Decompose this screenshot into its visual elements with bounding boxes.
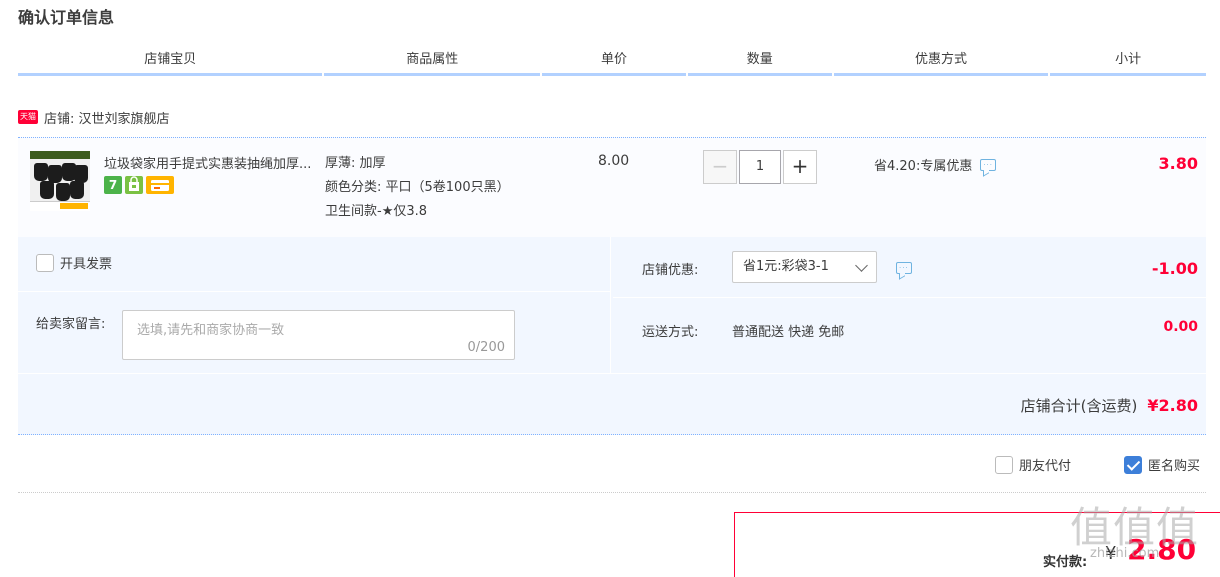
- payment-options: 朋友代付 匿名购买: [18, 436, 1206, 493]
- memo-label: 给卖家留言:: [36, 317, 106, 332]
- column-header: 店铺宝贝 商品属性 单价 数量 优惠方式 小计: [18, 50, 1206, 76]
- shop-discount-value: 省1元:彩袋3-1: [743, 259, 829, 274]
- qty-input[interactable]: 1: [739, 150, 781, 184]
- shop-total-amount: ¥2.80: [1147, 396, 1198, 415]
- promotion: 省4.20:专属优惠 ···: [874, 155, 997, 174]
- attr-variant: 卫生间款-★仅3.8: [325, 204, 428, 219]
- friend-pay-option[interactable]: 朋友代付: [995, 455, 1071, 474]
- anonymous-checkbox[interactable]: [1124, 455, 1142, 474]
- attr-color: 颜色分类: 平口（5卷100只黑）: [325, 180, 510, 195]
- invoice-label: 开具发票: [60, 257, 113, 272]
- friend-pay-label: 朋友代付: [1019, 459, 1072, 474]
- tmall-icon: 天猫: [18, 110, 38, 124]
- shipping-method: 普通配送 快递 免邮: [732, 325, 845, 340]
- attr-thickness: 厚薄: 加厚: [325, 156, 386, 171]
- chevron-down-icon: [855, 259, 868, 272]
- card-payment-icon[interactable]: [146, 176, 174, 194]
- shop-total-label: 店铺合计(含运费): [1020, 397, 1138, 415]
- shopping-bag-icon[interactable]: [125, 176, 143, 194]
- shop-discount-label: 店铺优惠:: [642, 263, 699, 278]
- seven-day-return-icon[interactable]: 7: [104, 176, 122, 194]
- shipping-amount: 0.00: [1163, 319, 1198, 335]
- column-header-1: 商品属性: [324, 50, 541, 76]
- shop-total: 店铺合计(含运费) ¥2.80: [1021, 395, 1198, 416]
- column-header-0: 店铺宝贝: [18, 50, 323, 76]
- order-options: 开具发票 给卖家留言: 选填,请先和商家协商一致 0/200 店铺优惠: 省1元…: [18, 237, 1206, 435]
- column-header-4: 优惠方式: [833, 50, 1049, 76]
- memo-placeholder: 选填,请先和商家协商一致: [137, 323, 285, 338]
- shop-row: 天猫 店铺: 汉世刘家旗舰店: [18, 106, 170, 128]
- column-header-5: 小计: [1050, 50, 1206, 76]
- product-attributes: 厚薄: 加厚 颜色分类: 平口（5卷100只黑） 卫生间款-★仅3.8: [325, 152, 510, 224]
- invoice-checkbox[interactable]: [36, 253, 54, 272]
- shop-discount-amount: -1.00: [1151, 259, 1198, 278]
- shop-discount-select[interactable]: 省1元:彩袋3-1: [732, 251, 877, 283]
- actual-payment-amount: 2.80: [1127, 533, 1197, 566]
- currency-symbol: ¥: [1105, 543, 1117, 564]
- friend-pay-checkbox[interactable]: [995, 455, 1013, 474]
- qty-decrease-button[interactable]: −: [703, 150, 737, 184]
- qty-increase-button[interactable]: +: [783, 150, 817, 184]
- product-title[interactable]: 垃圾袋家用手提式实惠装抽绳加厚...: [104, 153, 319, 172]
- chat-bubble-icon[interactable]: ···: [980, 158, 997, 171]
- order-item: 垃圾袋家用手提式实惠装抽绳加厚... 7 厚薄: 加厚 颜色分类: 平口（5卷1…: [18, 137, 1206, 237]
- page-title: 确认订单信息: [18, 8, 115, 27]
- actual-payment-label: 实付款:: [1043, 555, 1088, 570]
- column-header-3: 数量: [687, 50, 832, 76]
- shop-name[interactable]: 店铺: 汉世刘家旗舰店: [44, 108, 170, 127]
- item-subtotal: 3.80: [1158, 154, 1198, 173]
- memo-input[interactable]: 选填,请先和商家协商一致 0/200: [122, 310, 515, 360]
- anonymous-label: 匿名购买: [1148, 459, 1201, 474]
- product-thumbnail[interactable]: [30, 151, 90, 211]
- payment-summary: 实付款: ¥ 2.80: [734, 512, 1220, 577]
- quantity-stepper: − 1 +: [703, 150, 817, 184]
- shipping-label: 运送方式:: [642, 325, 699, 340]
- promotion-text: 省4.20:专属优惠: [874, 159, 973, 174]
- anonymous-option[interactable]: 匿名购买: [1124, 455, 1200, 474]
- unit-price: 8.00: [598, 153, 630, 169]
- service-icons: 7: [104, 176, 174, 194]
- memo-char-count: 0/200: [467, 340, 505, 355]
- column-header-2: 单价: [542, 50, 686, 76]
- chat-bubble-icon[interactable]: ···: [896, 262, 912, 274]
- invoice-option[interactable]: 开具发票: [36, 253, 112, 272]
